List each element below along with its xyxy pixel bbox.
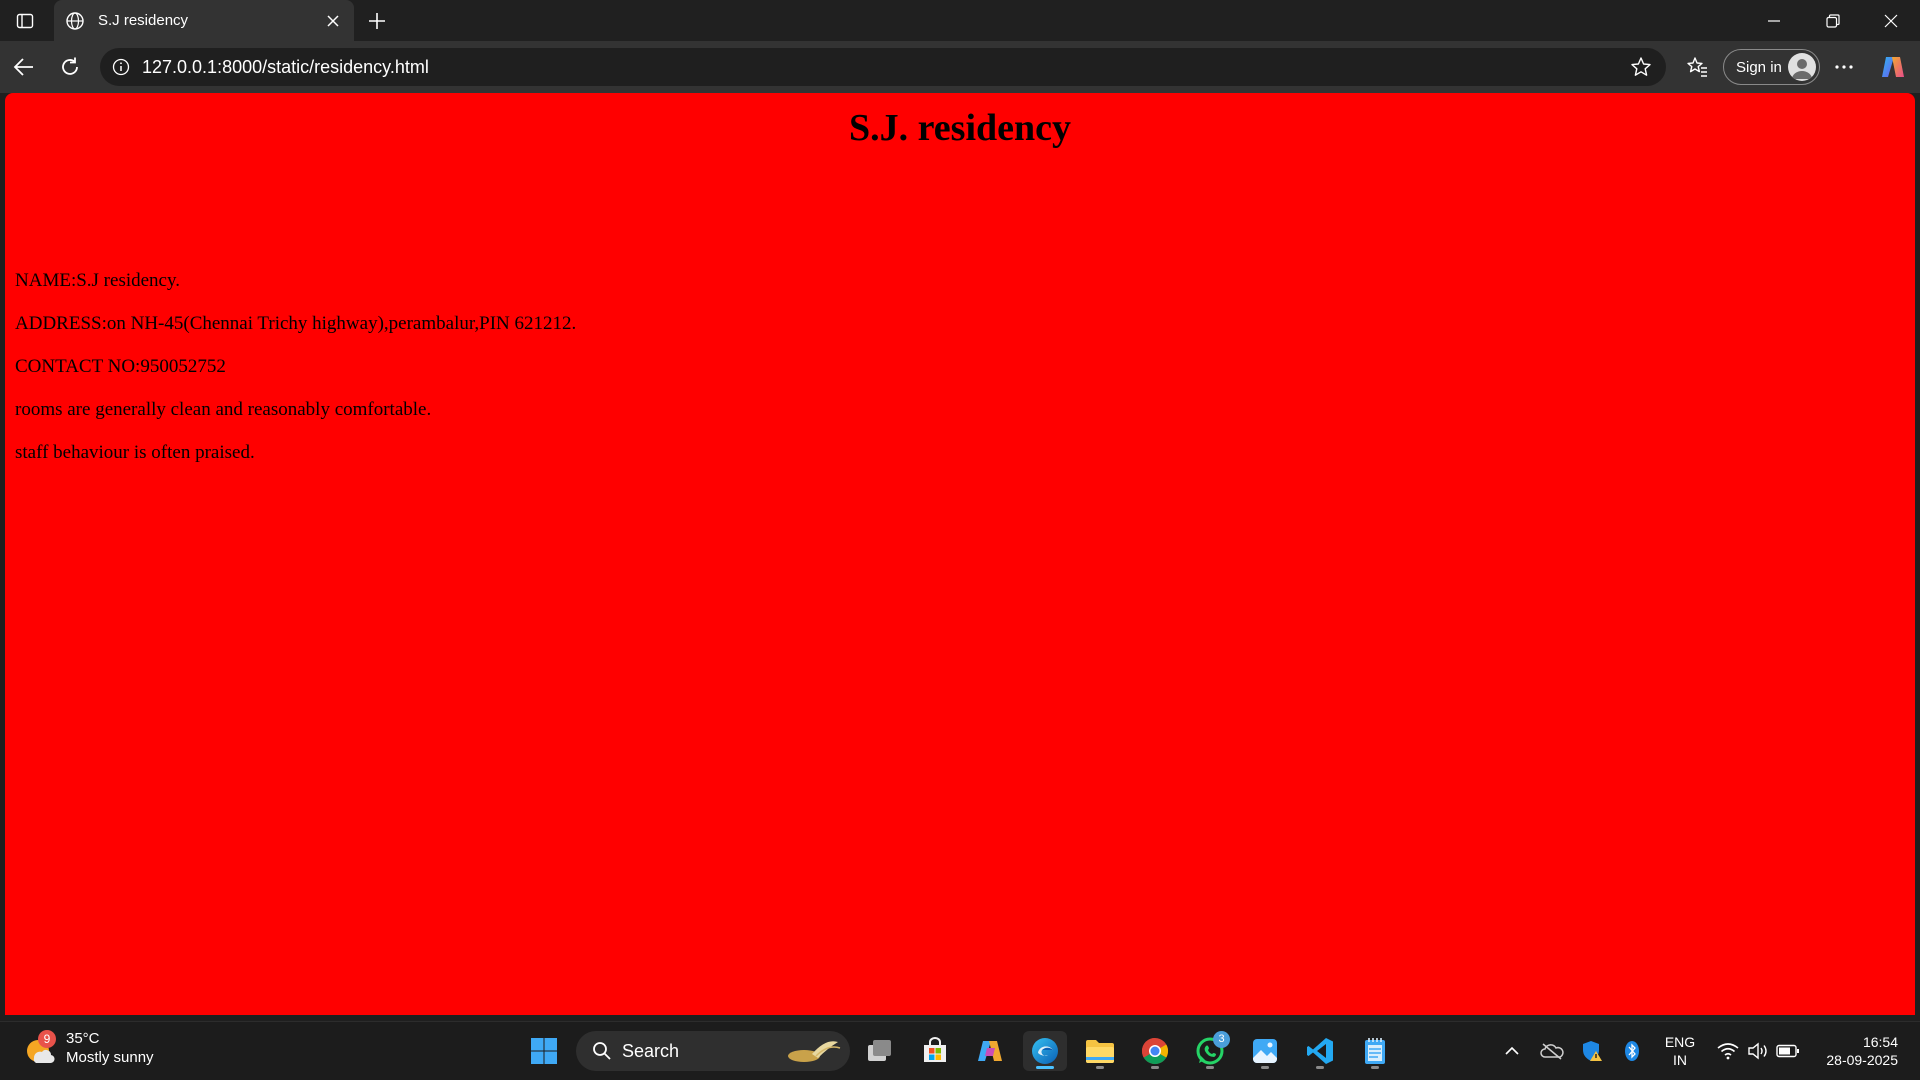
chrome-indicator (1151, 1066, 1159, 1069)
onedrive-icon[interactable] (1538, 1036, 1566, 1066)
clock[interactable]: 16:54 28-09-2025 (1810, 1033, 1898, 1069)
wifi-icon[interactable] (1714, 1036, 1742, 1066)
whatsapp-indicator (1206, 1066, 1214, 1069)
photos-icon[interactable] (1243, 1031, 1287, 1071)
notepad-icon[interactable] (1353, 1031, 1397, 1071)
hotel-contact-text: CONTACT NO:950052752 (15, 356, 226, 377)
browser-window: S.J residency 127.0.0.1:8000/static/resi… (0, 0, 1920, 1021)
avatar-icon (1788, 53, 1816, 81)
favorite-star-icon[interactable] (1626, 52, 1656, 82)
hotel-address-text: ADDRESS:on NH-45(Chennai Trichy highway)… (15, 313, 577, 334)
edge-icon[interactable] (1023, 1031, 1067, 1071)
tab-actions-icon[interactable] (10, 8, 40, 34)
back-arrow-icon[interactable] (8, 51, 40, 83)
sun-icon: 9 (24, 1030, 58, 1066)
task-view-icon[interactable] (858, 1031, 902, 1071)
weather-condition-text: Mostly sunny (66, 1049, 154, 1066)
microsoft-store-icon[interactable] (913, 1031, 957, 1071)
weather-widget[interactable]: 9 35°C Mostly sunny (24, 1030, 154, 1068)
refresh-icon[interactable] (54, 51, 86, 83)
new-tab-icon[interactable] (362, 6, 392, 36)
explorer-indicator (1096, 1066, 1104, 1069)
search-label: Search (622, 1040, 680, 1061)
hotel-name-text: NAME:S.J residency. (15, 270, 180, 291)
rooms-review-text: rooms are generally clean and reasonably… (15, 399, 432, 420)
battery-icon[interactable] (1774, 1036, 1802, 1066)
whatsapp-badge: 3 (1213, 1031, 1230, 1048)
taskbar-search[interactable]: Search (576, 1031, 850, 1071)
show-hidden-icons-chevron-icon[interactable] (1498, 1036, 1526, 1066)
restore-icon[interactable] (1804, 0, 1862, 41)
language-indicator[interactable]: ENG IN (1658, 1033, 1702, 1069)
close-window-icon[interactable] (1862, 0, 1920, 41)
vscode-indicator (1316, 1066, 1324, 1069)
close-tab-icon[interactable] (320, 8, 346, 34)
chrome-icon[interactable] (1133, 1031, 1177, 1071)
sign-in-button[interactable]: Sign in (1723, 49, 1820, 85)
whatsapp-icon[interactable]: 3 (1188, 1031, 1232, 1071)
url-text[interactable]: 127.0.0.1:8000/static/residency.html (142, 57, 1626, 78)
tab-title: S.J residency (98, 12, 189, 29)
file-explorer-icon[interactable] (1078, 1031, 1122, 1071)
edge-active-indicator (1036, 1066, 1054, 1069)
address-bar[interactable]: 127.0.0.1:8000/static/residency.html (100, 48, 1666, 86)
browser-toolbar: 127.0.0.1:8000/static/residency.html Sig… (0, 41, 1920, 93)
browser-tab[interactable]: S.J residency (54, 0, 354, 41)
search-icon (590, 1039, 614, 1063)
language-code: ENG (1664, 1034, 1696, 1050)
staff-review-text: staff behaviour is often praised. (15, 442, 255, 463)
weather-badge: 9 (38, 1030, 56, 1048)
copilot-icon[interactable] (1876, 51, 1908, 83)
volume-icon[interactable] (1744, 1036, 1772, 1066)
page-heading: S.J. residency (848, 107, 1072, 149)
windows-start-icon[interactable] (522, 1031, 566, 1071)
security-warning-icon[interactable] (1578, 1036, 1606, 1066)
region-code: IN (1673, 1052, 1687, 1068)
search-highlight-icon (782, 1036, 842, 1066)
temperature-text: 35°C (66, 1030, 100, 1047)
photos-indicator (1261, 1066, 1269, 1069)
time-text: 16:54 (1862, 1034, 1898, 1050)
notepad-indicator (1371, 1066, 1379, 1069)
taskbar: 9 35°C Mostly sunny Search 3 ENG IN 16:5… (0, 1021, 1920, 1080)
copilot-app-icon[interactable] (968, 1031, 1012, 1071)
page-viewport: S.J. residency NAME:S.J residency. ADDRE… (5, 93, 1915, 1015)
bluetooth-icon[interactable] (1618, 1036, 1646, 1066)
favorites-icon[interactable] (1681, 51, 1713, 83)
more-options-icon[interactable] (1828, 51, 1860, 83)
site-info-icon[interactable] (110, 56, 132, 78)
vscode-icon[interactable] (1298, 1031, 1342, 1071)
globe-icon (64, 10, 86, 32)
minimize-icon[interactable] (1745, 0, 1803, 41)
sign-in-label: Sign in (1736, 58, 1782, 76)
date-text: 28-09-2025 (1826, 1052, 1898, 1068)
tab-bar: S.J residency (0, 0, 1920, 41)
